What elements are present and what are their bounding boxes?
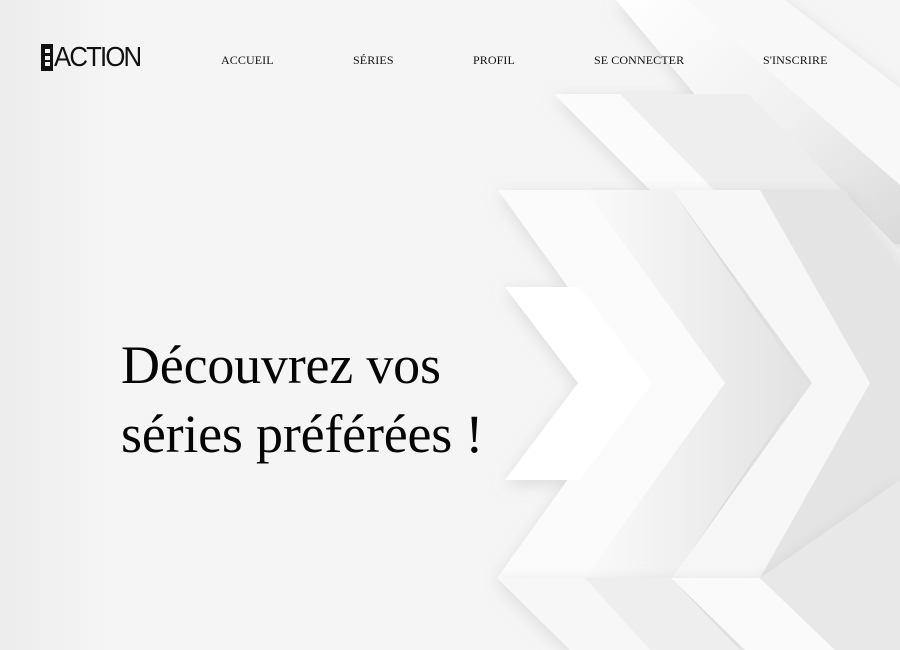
main-navigation: ACCUEIL SÉRIES PROFIL SE CONNECTER S'INS… bbox=[0, 52, 900, 72]
hero-title: Découvrez vos séries préférées ! bbox=[121, 331, 501, 469]
landing-page: ACTION ACCUEIL SÉRIES PROFIL SE CONNECTE… bbox=[0, 0, 900, 650]
nav-link-se-connecter[interactable]: SE CONNECTER bbox=[594, 52, 684, 68]
hero-title-line: Découvrez vos bbox=[121, 335, 441, 395]
nav-link-accueil[interactable]: ACCUEIL bbox=[221, 52, 274, 68]
nav-link-profil[interactable]: PROFIL bbox=[473, 52, 515, 68]
nav-link-series[interactable]: SÉRIES bbox=[353, 52, 394, 68]
hero-title-line: séries préférées ! bbox=[121, 404, 484, 464]
chevron-background-pattern bbox=[497, 0, 900, 650]
nav-link-sinscrire[interactable]: S'INSCRIRE bbox=[763, 52, 828, 68]
middle-chevrons bbox=[497, 190, 900, 578]
